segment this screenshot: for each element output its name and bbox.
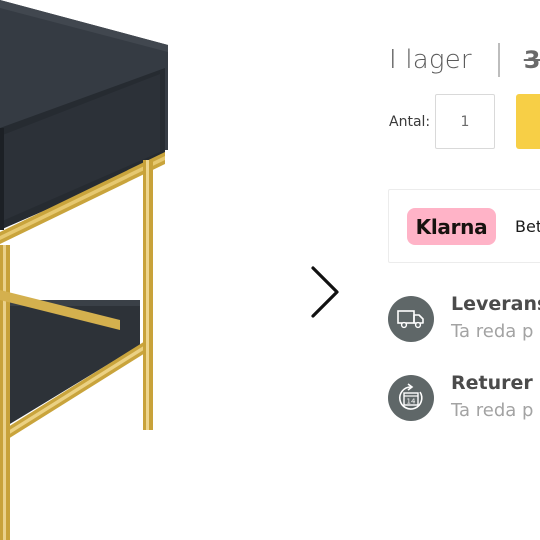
add-to-cart-button[interactable] — [516, 94, 540, 149]
delivery-subtitle[interactable]: Ta reda p — [451, 321, 533, 342]
delivery-info: Leverans Ta reda p — [388, 293, 540, 346]
delivery-truck-icon — [388, 296, 434, 342]
returns-subtitle[interactable]: Ta reda p — [451, 400, 533, 421]
klarna-logo: Klarna — [407, 208, 496, 245]
chevron-right-icon[interactable] — [304, 262, 344, 322]
returns-info: 14 Returer & Ta reda p — [388, 372, 540, 425]
product-image — [0, 0, 168, 540]
quantity-input[interactable] — [435, 94, 495, 149]
stock-row: I lager 3– — [389, 40, 540, 80]
klarna-payment-box: Klarna Bet — [388, 189, 540, 263]
delivery-title[interactable]: Leverans — [451, 293, 540, 315]
stock-status: I lager — [389, 45, 472, 75]
divider — [497, 43, 500, 77]
klarna-text: Bet — [515, 217, 540, 236]
svg-text:14: 14 — [407, 398, 416, 406]
return-14-days-icon: 14 — [388, 375, 434, 421]
quantity-label: Antal: — [389, 114, 431, 130]
returns-title[interactable]: Returer & — [451, 372, 540, 394]
delivery-time: 3– — [523, 46, 540, 74]
